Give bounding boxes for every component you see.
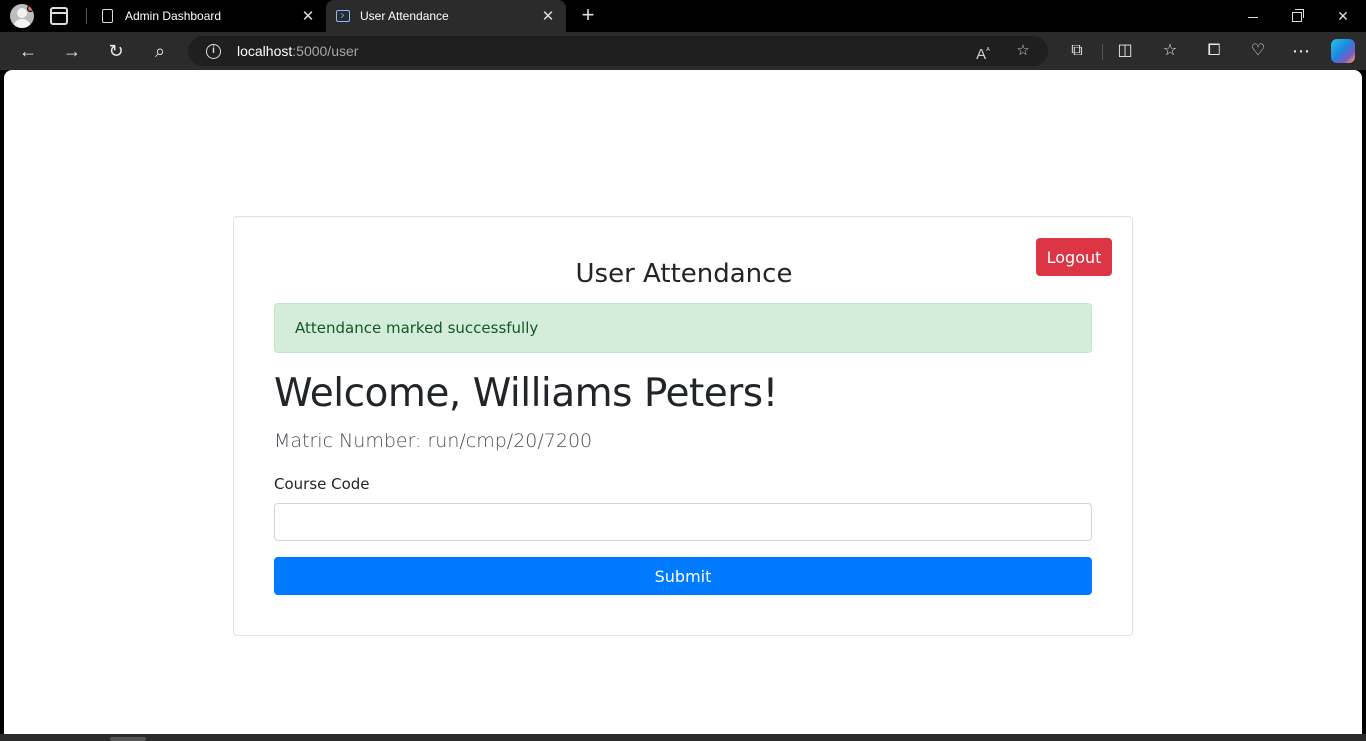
profile-avatar-icon[interactable] bbox=[10, 4, 34, 28]
site-info-icon[interactable]: i bbox=[206, 44, 221, 59]
more-options-icon[interactable]: ⋯ bbox=[1287, 37, 1315, 65]
course-code-input[interactable] bbox=[274, 503, 1092, 541]
success-alert: Attendance marked successfully bbox=[274, 303, 1092, 353]
address-bar[interactable]: i localhost:5000/user Aᴬ ☆ bbox=[188, 36, 1048, 66]
tab-user-attendance[interactable]: User Attendance ✕ bbox=[326, 0, 566, 32]
url-path: :5000/user bbox=[292, 43, 359, 59]
back-button[interactable]: ← bbox=[14, 37, 42, 65]
tab-title: User Attendance bbox=[360, 9, 449, 23]
toolbar-divider bbox=[1102, 44, 1103, 60]
tab-divider bbox=[86, 8, 87, 24]
tab-title: Admin Dashboard bbox=[125, 9, 222, 23]
split-screen-icon[interactable]: ◫ bbox=[1111, 37, 1139, 65]
bottom-strip bbox=[0, 734, 1366, 741]
document-icon bbox=[102, 9, 113, 23]
attendance-card: Logout User Attendance Attendance marked… bbox=[233, 216, 1133, 636]
close-tab-icon[interactable]: ✕ bbox=[536, 7, 560, 25]
favorite-star-icon[interactable]: ☆ bbox=[1010, 38, 1036, 64]
copilot-icon[interactable] bbox=[1331, 39, 1355, 63]
restore-icon bbox=[1292, 9, 1304, 23]
horizontal-scrollbar[interactable] bbox=[110, 737, 146, 741]
close-window-button[interactable]: ✕ bbox=[1320, 0, 1366, 32]
tab-admin-dashboard[interactable]: Admin Dashboard ✕ bbox=[90, 0, 326, 32]
favorites-icon[interactable]: ☆ bbox=[1156, 37, 1184, 65]
submit-button[interactable]: Submit bbox=[274, 557, 1092, 595]
reload-button[interactable]: ↻ bbox=[102, 37, 130, 65]
tab-actions-icon[interactable] bbox=[50, 7, 68, 25]
terminal-icon bbox=[336, 10, 350, 22]
browser-tab-bar: Admin Dashboard ✕ User Attendance ✕ + ✕ bbox=[0, 0, 1366, 32]
browser-toolbar: ← → ↻ ⌕ i localhost:5000/user Aᴬ ☆ ⧉ ◫ ☆… bbox=[0, 32, 1366, 70]
url-host: localhost bbox=[237, 43, 293, 59]
url-text[interactable]: localhost:5000/user bbox=[237, 43, 358, 59]
browser-essentials-icon[interactable]: ♡ bbox=[1244, 37, 1272, 65]
collections-icon[interactable]: ⧠ bbox=[1200, 37, 1228, 65]
page-title: User Attendance bbox=[575, 259, 793, 289]
search-icon[interactable]: ⌕ bbox=[146, 37, 174, 65]
minimize-icon bbox=[1248, 16, 1258, 18]
restore-button[interactable] bbox=[1274, 0, 1320, 32]
matric-number: Matric Number: run/cmp/20/7200 bbox=[274, 430, 593, 452]
page-viewport: Logout User Attendance Attendance marked… bbox=[4, 70, 1362, 734]
minimize-button[interactable] bbox=[1230, 0, 1276, 32]
read-aloud-icon[interactable]: Aᴬ bbox=[970, 38, 996, 64]
close-tab-icon[interactable]: ✕ bbox=[296, 7, 320, 25]
extensions-icon[interactable]: ⧉ bbox=[1063, 37, 1091, 65]
new-tab-button[interactable]: + bbox=[578, 3, 598, 27]
welcome-heading: Welcome, Williams Peters! bbox=[274, 371, 778, 416]
course-code-label: Course Code bbox=[274, 475, 370, 493]
forward-button[interactable]: → bbox=[58, 37, 86, 65]
